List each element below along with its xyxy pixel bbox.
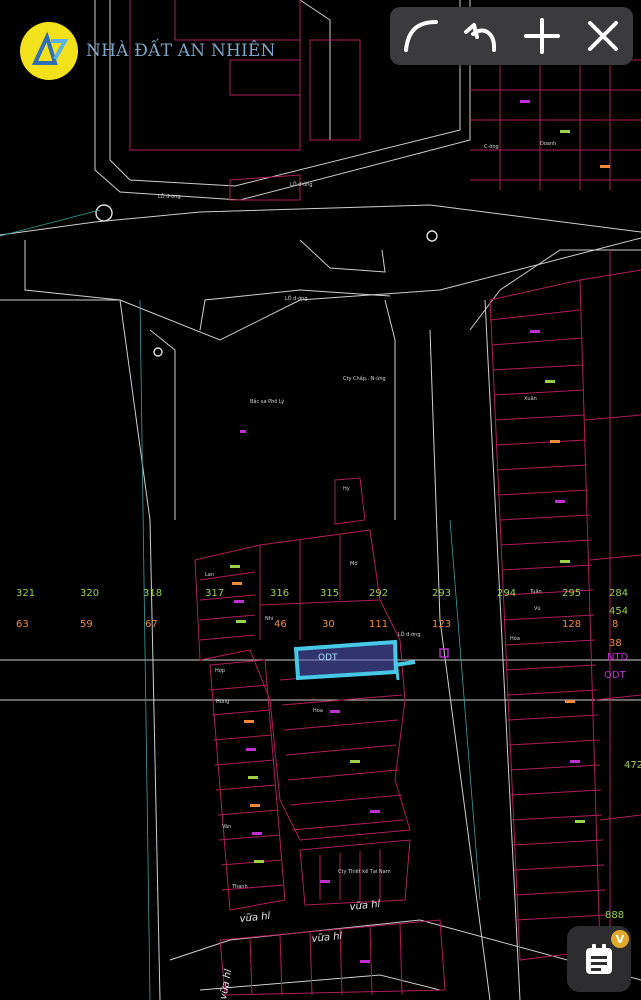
parcel-number: 59 — [80, 619, 93, 630]
area-label: Doanh — [540, 141, 556, 147]
parcel-number: 284 — [609, 588, 628, 599]
area-label: Cty Chấp.. N-ừng — [343, 375, 386, 382]
parcel-number: 294 — [497, 588, 516, 599]
parcel-number: 472 — [624, 760, 641, 771]
area-label: Thanh — [231, 884, 248, 890]
area-label: LÔ đ-ờng — [290, 181, 313, 188]
parcel-number: 321 — [16, 588, 35, 599]
clipboard-icon — [586, 944, 612, 974]
parcel-number: 111 — [369, 619, 388, 630]
parcel-number: 320 — [80, 588, 99, 599]
area-label: Bắc sa Phố Lý — [250, 398, 284, 405]
number-row-orange: 63 59 67 46 30 111 123 128 8 38 — [16, 619, 622, 649]
area-labels: LÔ đ-ờng LÔ đ-ờng LÔ đ-ờng LÔ đ-ờng Bắc … — [158, 141, 556, 890]
map-toolbar — [390, 7, 633, 65]
curve-icon — [404, 20, 439, 52]
close-icon — [587, 21, 618, 51]
road-circles — [95, 204, 438, 357]
parcel-number: 317 — [205, 588, 224, 599]
undo-icon — [464, 23, 497, 52]
area-label: Cty Thiết kế Tại Nam — [338, 868, 391, 875]
land-type-code: NTD — [607, 652, 629, 663]
area-label: Hy — [343, 486, 350, 492]
area-label: Hòa — [510, 635, 520, 642]
parcel-number: 318 — [143, 588, 162, 599]
parcel-lines — [129, 0, 641, 996]
area-label: Tuấn — [529, 588, 542, 595]
brand-name: NHÀ ĐẤT AN NHIÊN — [86, 41, 276, 61]
curve-draw-button[interactable] — [397, 13, 443, 59]
area-label: Lan — [205, 572, 214, 578]
parcel-number: 315 — [320, 588, 339, 599]
parcel-number: 67 — [145, 619, 158, 630]
area-label: Hợp — [215, 668, 225, 674]
value-marks — [230, 100, 610, 963]
parcel-number: 30 — [322, 619, 335, 630]
parcel-number: 8 — [612, 619, 618, 630]
road-name: vữa hl — [239, 911, 271, 925]
parcel-number: 292 — [369, 588, 388, 599]
road-name-labels: vữa hl vữa hl vữa hl vữa hl — [218, 899, 381, 1000]
parcel-number: 123 — [432, 619, 451, 630]
area-label: LÔ đ-ờng — [285, 295, 308, 302]
area-label: Hùng — [216, 698, 229, 705]
area-label: Hoa — [313, 708, 323, 714]
leader-lines — [0, 209, 481, 1000]
add-button[interactable] — [519, 13, 565, 59]
parcel-number: 46 — [274, 619, 287, 630]
parcel-number: 38 — [609, 638, 622, 649]
area-label: Vân — [222, 823, 231, 830]
parcel-number: 454 — [609, 606, 628, 617]
close-button[interactable] — [580, 13, 626, 59]
road-name: vữa hl — [311, 931, 343, 945]
parcel-number: 293 — [432, 588, 451, 599]
parcel-number: 295 — [562, 588, 581, 599]
parcel-number: 316 — [270, 588, 289, 599]
area-label: Nhi — [265, 616, 273, 622]
cadastral-map[interactable]: ODT 321 320 318 317 316 315 292 293 294 … — [0, 0, 641, 1000]
parcel-number: 888 — [605, 910, 624, 921]
notification-badge: V — [611, 930, 629, 948]
plus-icon — [523, 18, 560, 54]
parcel-number: 128 — [562, 619, 581, 630]
parcel-number: 63 — [16, 619, 29, 630]
area-label: LÔ đ-ờng — [398, 631, 421, 638]
selected-parcel[interactable]: ODT — [293, 639, 416, 681]
an-logo-icon — [20, 22, 78, 80]
brand: NHÀ ĐẤT AN NHIÊN — [20, 22, 276, 80]
land-type-code: ODT — [604, 670, 627, 681]
area-label: C-ờng — [484, 143, 499, 150]
clipboard-button[interactable]: V — [567, 926, 631, 992]
road-name: vữa hl — [349, 899, 381, 913]
selected-parcel-code: ODT — [318, 653, 338, 663]
area-label: Mô — [350, 560, 357, 567]
area-label: Xuân — [524, 395, 537, 402]
area-label: LÔ đ-ờng — [158, 193, 181, 200]
area-label: Vũ — [534, 606, 541, 612]
undo-button[interactable] — [458, 13, 504, 59]
